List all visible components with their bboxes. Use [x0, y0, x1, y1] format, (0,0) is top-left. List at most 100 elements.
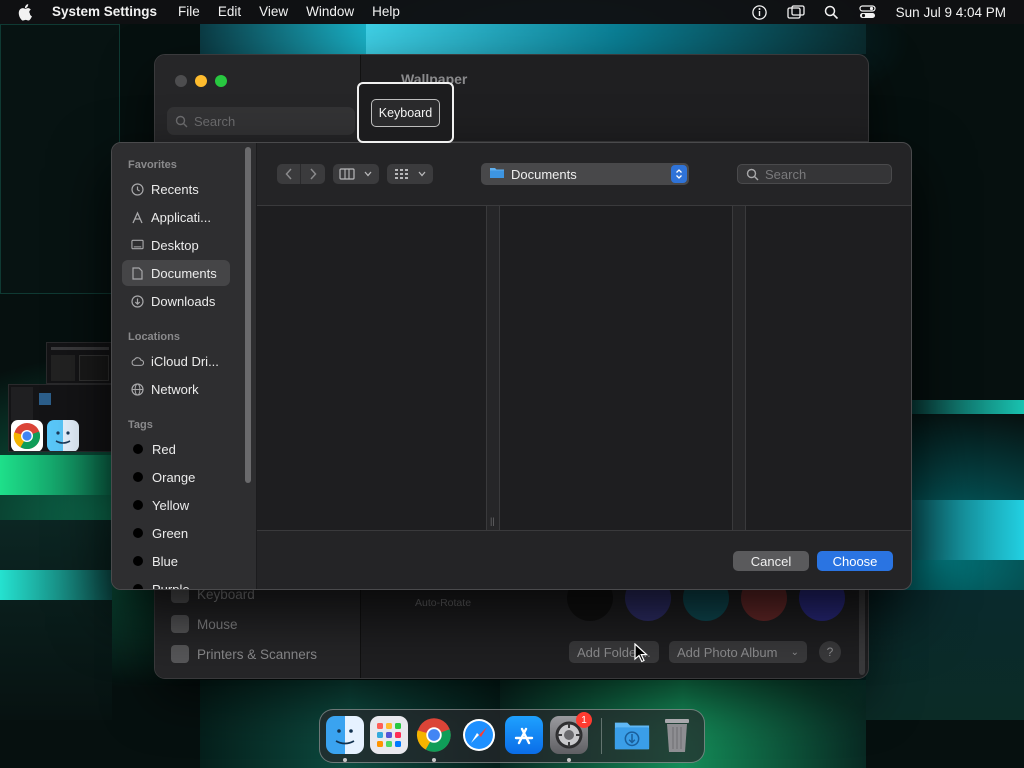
menu-file[interactable]: File: [169, 1, 209, 23]
sidebar-item-icloud[interactable]: iCloud Dri...: [122, 348, 230, 374]
sidebar-tag-yellow[interactable]: Yellow: [122, 492, 230, 518]
sidebar-item-label: Blue: [152, 553, 179, 569]
menu-help[interactable]: Help: [363, 1, 409, 23]
locations-heading: Locations: [128, 331, 180, 343]
column-divider[interactable]: [732, 206, 746, 530]
minimize-button[interactable]: [195, 75, 207, 87]
column-divider[interactable]: ||: [486, 206, 500, 530]
finder-icon[interactable]: [47, 420, 79, 451]
sidebar-tag-red[interactable]: Red: [122, 436, 230, 462]
dock-launchpad-icon[interactable]: [370, 716, 408, 754]
help-button[interactable]: ?: [819, 641, 841, 663]
tag-dot-icon: [133, 444, 143, 454]
menubar-clock[interactable]: Sun Jul 9 4:04 PM: [888, 5, 1016, 20]
choose-button[interactable]: Choose: [817, 551, 893, 571]
tag-dot-icon: [133, 528, 143, 538]
chevron-down-icon: ⌄: [790, 646, 799, 658]
dock-chrome-icon[interactable]: [415, 716, 453, 754]
window-thumbnail[interactable]: [46, 342, 112, 384]
running-indicator: [567, 758, 571, 762]
sidebar-item-desktop[interactable]: Desktop: [122, 232, 230, 258]
mouse-cursor-icon: [634, 642, 649, 666]
sheet-sidebar: Favorites Recents Applicati... Desktop D…: [112, 143, 257, 589]
auto-rotate-label: Auto-Rotate: [415, 597, 472, 609]
sidebar-item-label: Network: [151, 381, 199, 397]
control-center-icon[interactable]: [852, 1, 884, 23]
wallpaper-glow: [0, 570, 112, 600]
sidebar-item-label: Desktop: [151, 237, 199, 253]
chrome-icon[interactable]: [11, 420, 43, 451]
sidebar-item-downloads[interactable]: Downloads: [122, 288, 230, 314]
menu-edit[interactable]: Edit: [209, 1, 250, 23]
dock-finder-icon[interactable]: [326, 716, 364, 754]
wallpaper-glow: [912, 500, 1024, 560]
sidebar-tag-purple[interactable]: Purple: [122, 576, 230, 589]
cancel-button[interactable]: Cancel: [733, 551, 809, 571]
dock-trash-icon[interactable]: [658, 716, 696, 754]
wallpaper-glow: [0, 455, 112, 495]
tags-heading: Tags: [128, 419, 153, 431]
accessibility-icon[interactable]: [744, 1, 776, 23]
sidebar-item-label: Recents: [151, 181, 199, 197]
menu-window[interactable]: Window: [297, 1, 363, 23]
running-indicator: [432, 758, 436, 762]
wallpaper-glow: [912, 400, 1024, 414]
sheet-search-placeholder: Search: [765, 166, 807, 182]
open-panel: Favorites Recents Applicati... Desktop D…: [111, 142, 912, 590]
column-resize-handle[interactable]: ||: [490, 516, 495, 526]
wallpaper-glow: [200, 24, 370, 54]
sidebar-item-mouse[interactable]: Mouse: [165, 609, 353, 639]
scrollbar[interactable]: [859, 585, 865, 675]
sheet-search-field[interactable]: Search: [737, 164, 892, 184]
zoom-button[interactable]: [215, 75, 227, 87]
settings-search-field[interactable]: Search: [167, 107, 355, 135]
sidebar-item-recents[interactable]: Recents: [122, 176, 230, 202]
spotlight-icon[interactable]: [816, 1, 848, 23]
tag-dot-icon: [133, 556, 143, 566]
sidebar-tag-green[interactable]: Green: [122, 520, 230, 546]
menu-app-name[interactable]: System Settings: [46, 1, 169, 23]
close-button[interactable]: [175, 75, 187, 87]
sidebar-item-network[interactable]: Network: [122, 376, 230, 402]
forward-button[interactable]: [301, 164, 325, 184]
window-thumbnail[interactable]: [8, 384, 112, 452]
apple-menu-icon[interactable]: [14, 1, 36, 23]
dock-app-store-icon[interactable]: [505, 716, 543, 754]
dock: 1: [319, 709, 705, 763]
favorites-heading: Favorites: [128, 159, 177, 171]
clock-icon: [131, 182, 144, 196]
dock-safari-icon[interactable]: [460, 716, 498, 754]
back-button[interactable]: [277, 164, 301, 184]
sidebar-item-printers[interactable]: Printers & Scanners: [165, 639, 353, 669]
sidebar-item-label: Mouse: [197, 616, 238, 632]
location-popup[interactable]: Documents: [481, 163, 689, 185]
notification-badge: 1: [576, 712, 592, 728]
column-view-icon: [333, 164, 361, 184]
sidebar-item-applications[interactable]: Applicati...: [122, 204, 230, 230]
add-photo-album-button[interactable]: Add Photo Album ⌄: [669, 641, 807, 663]
menu-bar: System Settings File Edit View Window He…: [0, 0, 1024, 24]
group-button[interactable]: [387, 164, 433, 184]
view-mode-button[interactable]: [333, 164, 379, 184]
dock-system-settings-icon[interactable]: 1: [550, 712, 592, 754]
dock-separator: [601, 718, 602, 754]
screen-mirroring-icon[interactable]: [780, 1, 812, 23]
wallpaper-glow: [866, 590, 1024, 720]
tag-dot-icon: [133, 500, 143, 510]
thumbnail-sidebar: [51, 355, 75, 381]
cloud-icon: [131, 355, 144, 368]
download-icon: [131, 294, 144, 308]
running-indicator: [343, 758, 347, 762]
sheet-toolbar: Documents Search: [257, 143, 911, 205]
wallpaper-panel: [0, 24, 120, 294]
desktop-icon: [131, 239, 144, 252]
sidebar-tag-orange[interactable]: Orange: [122, 464, 230, 490]
sidebar-tag-blue[interactable]: Blue: [122, 548, 230, 574]
sidebar-item-documents[interactable]: Documents: [122, 260, 230, 286]
dock-downloads-folder-icon[interactable]: [613, 716, 651, 754]
tag-dot-icon: [133, 472, 143, 482]
sidebar-scrollbar[interactable]: [245, 147, 251, 483]
wallpaper-glow: [366, 24, 866, 54]
network-icon: [131, 382, 144, 396]
menu-view[interactable]: View: [250, 1, 297, 23]
